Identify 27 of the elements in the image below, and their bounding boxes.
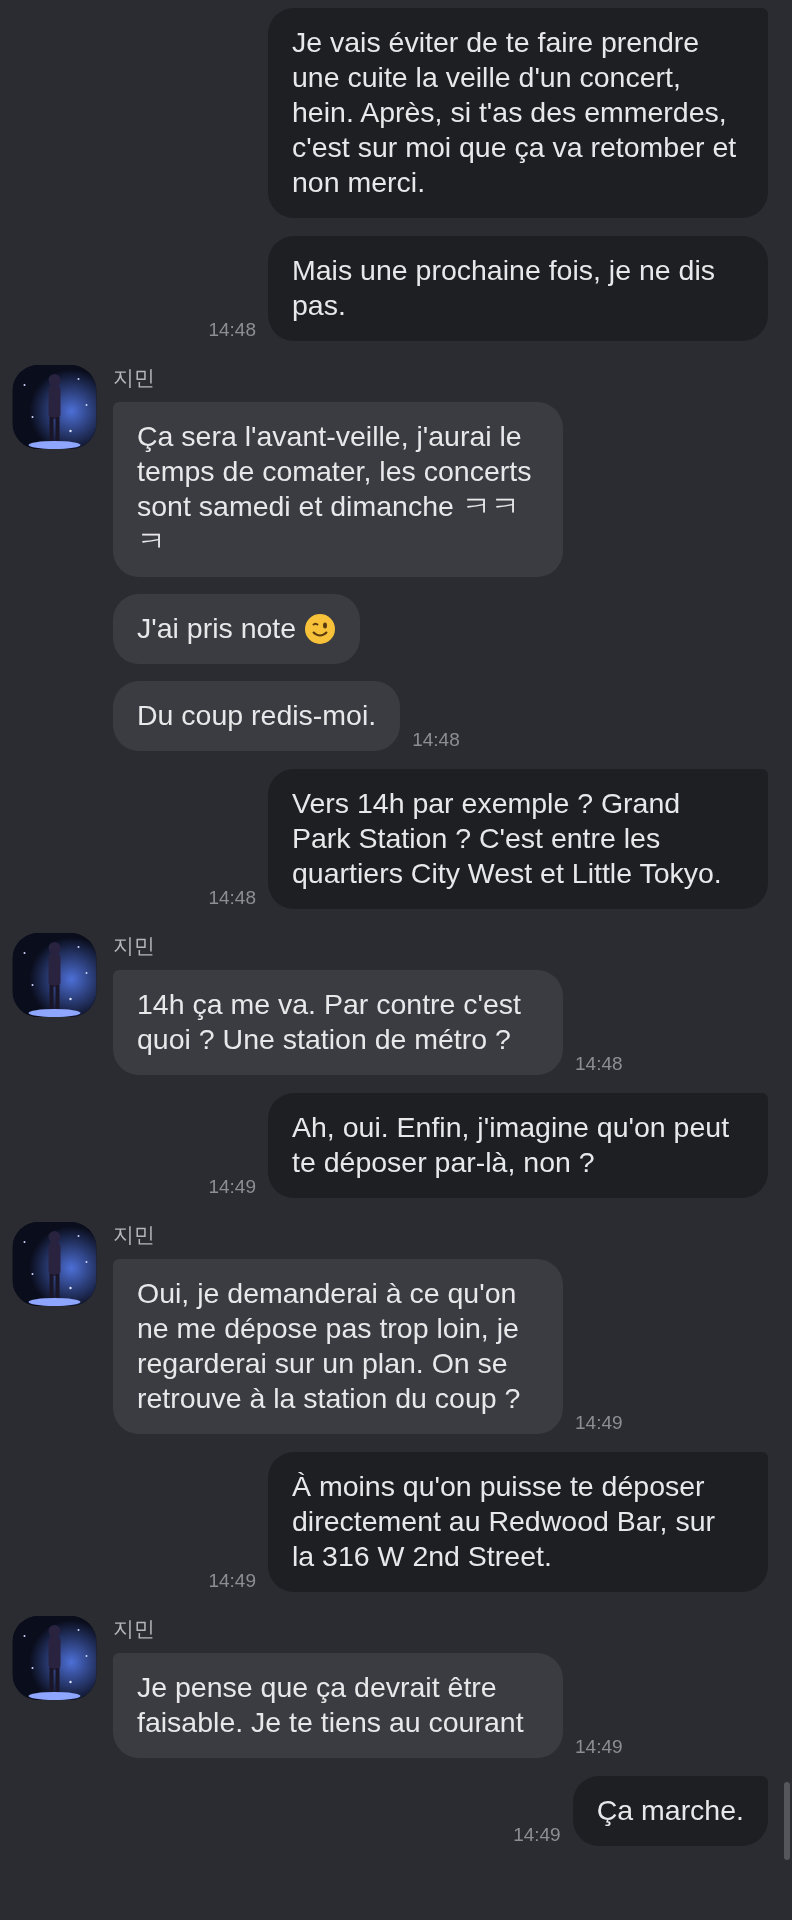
message-time: 14:48 (412, 729, 460, 751)
message-time: 14:48 (208, 887, 256, 909)
sender-name: 지민 (113, 1616, 156, 1642)
scrollbar[interactable] (784, 1782, 790, 1860)
message-bubble: Je pense que ça devrait être faisable. Je te tiens au courant (113, 1653, 563, 1758)
message-time: 14:49 (575, 1736, 623, 1758)
message-bubble: Oui, je demanderai à ce qu'on ne me dépose pas trop loin, je regarderai sur un plan. On se retrouve à la station du coup ? (113, 1259, 563, 1434)
message-bubble: Mais une prochaine fois, je ne dis pas. (268, 236, 768, 341)
message-bubble: Vers 14h par exemple ? Grand Park Station ? C'est entre les quartiers City West et Little Tokyo. (268, 769, 768, 909)
message-bubble: Ah, oui. Enfin, j'imagine qu'on peut te déposer par-là, non ? (268, 1093, 768, 1198)
message-bubble: Du coup redis-moi. (113, 681, 401, 751)
message-bubble: À moins qu'on puisse te déposer directement au Redwood Bar, sur la 316 W 2nd Street. (268, 1452, 768, 1592)
message-bubble: 14h ça me va. Par contre c'est quoi ? Une station de métro ? (113, 970, 563, 1075)
wink-face-icon (304, 612, 337, 645)
sender-name: 지민 (113, 365, 156, 391)
message-time: 14:49 (208, 1570, 256, 1592)
message-time: 14:48 (208, 319, 256, 341)
sender-name: 지민 (113, 933, 156, 959)
message-bubble: Ça sera l'avant-veille, j'aurai le temps de comater, les concerts sont samedi et dimanche ㅋㅋㅋ (113, 402, 563, 577)
message-bubble: Ça marche. (572, 1776, 768, 1846)
message-time: 14:49 (208, 1176, 256, 1198)
message-bubble: Je vais éviter de te faire prendre une cuite la veille d'un concert, hein. Après, si t'as des emmerdes, c'est sur moi que ça va retomber et non merci. (268, 8, 768, 218)
sender-name: 지민 (113, 1222, 156, 1248)
message-time: 14:49 (575, 1412, 623, 1434)
message-time: 14:48 (575, 1053, 623, 1075)
message-bubble: J'ai pris note (113, 594, 361, 664)
message-time: 14:49 (513, 1824, 561, 1846)
